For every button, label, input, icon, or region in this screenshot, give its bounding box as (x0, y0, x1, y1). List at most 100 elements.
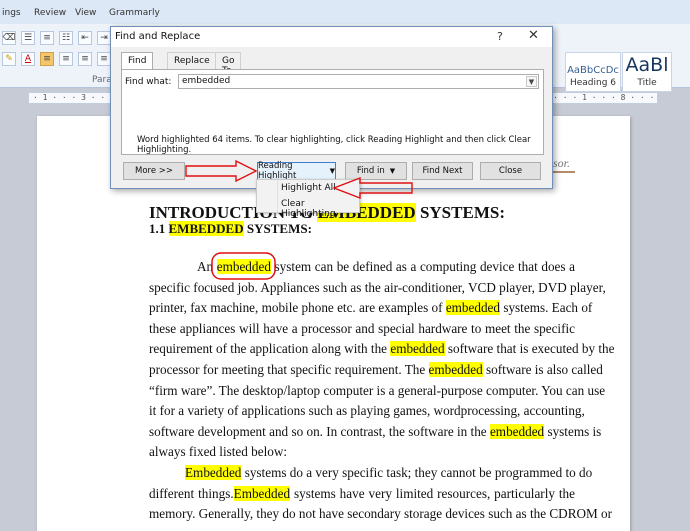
header-text-fragment: sor. (553, 156, 571, 170)
heading-text: SYSTEMS: (415, 203, 505, 222)
reading-highlight-button[interactable]: Reading Highlight ▼ (257, 161, 336, 181)
align-center-icon[interactable]: ≡ (59, 52, 73, 66)
style-name: Title (637, 78, 657, 88)
find-replace-dialog: Find and Replace ? ✕ Find Replace Go To … (110, 26, 553, 189)
find-panel: Find what: embedded ▼ Word highlighted 6… (121, 69, 544, 155)
button-label: Reading Highlight (258, 161, 297, 181)
ribbon-tab-bar: ings Review View Grammarly (0, 0, 690, 24)
increase-indent-icon[interactable]: ⇥ (97, 31, 111, 45)
heading-embedded-systems: 1.1 EMBEDDED SYSTEMS: (149, 221, 312, 237)
highlight-status-text: Word highlighted 64 items. To clear high… (137, 135, 531, 155)
close-icon[interactable]: ✕ (528, 28, 539, 43)
help-icon[interactable]: ? (497, 30, 503, 43)
heading-text: SYSTEMS: (243, 221, 312, 236)
style-sample: AaBbCcDc (567, 65, 619, 76)
numbering-icon[interactable]: ≡ (40, 31, 54, 45)
document-line: memory. Generally, they do not have seco… (149, 504, 612, 525)
dialog-title: Find and Replace (115, 31, 201, 42)
highlighted-match: EMBEDDED (168, 221, 244, 236)
document-line: requirement of the application along wit… (149, 339, 614, 360)
chevron-down-icon: ▼ (389, 167, 396, 175)
tab-goto[interactable]: Go To (215, 52, 242, 76)
button-label: Close (498, 166, 523, 176)
find-next-button[interactable]: Find Next (412, 162, 473, 180)
ribbon-tab-view[interactable]: View (75, 8, 96, 18)
align-left-icon[interactable]: ≡ (40, 52, 54, 66)
ribbon-tab-mailings[interactable]: ings (2, 8, 21, 18)
highlighted-match: Embedded (233, 485, 291, 501)
document-text: software development and so on. In contr… (149, 423, 490, 439)
find-in-button[interactable]: Find in ▼ (345, 162, 407, 180)
document-line: Embedded systems do a very specific task… (149, 463, 592, 484)
menu-item-clear-highlighting[interactable]: Clear Highlighting (281, 199, 359, 219)
highlighted-match: embedded (428, 361, 483, 377)
tab-replace[interactable]: Replace (167, 52, 217, 69)
document-text: software that is executed by the (444, 341, 615, 357)
document-text: systems have very limited resources, par… (290, 485, 576, 501)
document-line: these appliances will have a processor a… (149, 319, 575, 340)
document-text: specific focused job. Appliances such as… (149, 279, 606, 295)
chevron-down-icon[interactable]: ▼ (526, 76, 537, 87)
style-name: Heading 6 (569, 78, 617, 88)
document-line: specific focused job. Appliances such as… (149, 278, 606, 299)
more-button[interactable]: More >> (123, 162, 185, 180)
find-what-label: Find what: (125, 77, 172, 87)
button-label: Find in (356, 166, 385, 176)
align-right-icon[interactable]: ≡ (78, 52, 92, 66)
find-what-input[interactable]: embedded ▼ (178, 74, 539, 89)
highlighted-match: embedded (445, 300, 501, 316)
document-line: “firm ware”. The desktop/laptop computer… (149, 381, 605, 402)
document-text: these appliances will have a processor a… (149, 320, 575, 336)
find-what-value: embedded (182, 76, 231, 86)
document-text: system can be defined as a computing dev… (270, 259, 575, 274)
highlighted-match: embedded (390, 341, 445, 357)
document-line: it for a variety of applications such as… (149, 401, 585, 422)
decrease-indent-icon[interactable]: ⇤ (78, 31, 92, 45)
document-text: always fixed listed below: (149, 444, 288, 460)
style-heading6[interactable]: AaBbCcDc Heading 6 (565, 52, 621, 92)
button-label: Find Next (422, 166, 463, 176)
dialog-titlebar[interactable]: Find and Replace ? ✕ (111, 27, 552, 47)
document-text: it for a variety of applications such as… (149, 403, 585, 419)
multilevel-list-icon[interactable]: ☷ (59, 31, 73, 45)
tab-find[interactable]: Find (121, 52, 154, 70)
reading-highlight-menu: Highlight All Clear Highlighting (256, 179, 360, 219)
document-text: software is also called (482, 361, 603, 377)
clear-format-icon[interactable]: ⌫ (2, 31, 16, 45)
document-text: printer, fax machine, mobile phone etc. … (149, 300, 446, 316)
close-button[interactable]: Close (480, 162, 541, 180)
highlight-color-icon[interactable]: ✎ (2, 52, 16, 66)
style-title[interactable]: AaBl Title (622, 52, 672, 92)
ribbon-row-align: ✎ A ≡ ≡ ≡ ≡ (2, 51, 111, 67)
highlighted-match: embedded (216, 259, 271, 274)
document-text: systems is (544, 423, 602, 439)
document-text: processor for meeting that specific requ… (149, 361, 429, 377)
ribbon-tab-review[interactable]: Review (34, 8, 66, 18)
paragraph-1: An embedded system can be defined as a c… (149, 257, 614, 463)
document-text: memory. Generally, they do not have seco… (149, 506, 613, 522)
ribbon-row-lists: ⌫ ☰ ≡ ☷ ⇤ ⇥ (2, 30, 111, 46)
heading-text: 1.1 (149, 221, 169, 236)
button-label: More >> (134, 166, 174, 176)
bullets-icon[interactable]: ☰ (21, 31, 35, 45)
font-color-icon[interactable]: A (21, 52, 35, 66)
chevron-down-icon: ▼ (329, 167, 335, 175)
document-line: software development and so on. In contr… (149, 422, 601, 443)
document-text: different things. (149, 485, 234, 501)
menu-separator (277, 180, 278, 212)
document-line: different things.Embedded systems have v… (149, 484, 575, 505)
document-text: requirement of the application along wit… (149, 341, 391, 357)
document-line: always fixed listed below: (149, 442, 575, 463)
document-text: systems. Each of (500, 300, 593, 316)
document-line: processor for meeting that specific requ… (149, 360, 603, 381)
highlighted-match: embedded (489, 423, 545, 439)
menu-item-highlight-all[interactable]: Highlight All (281, 183, 336, 193)
highlighted-match: Embedded (185, 465, 242, 480)
document-text: systems do a very specific task; they ca… (241, 465, 593, 480)
ribbon-tab-grammarly[interactable]: Grammarly (109, 8, 160, 18)
document-text: An (197, 259, 217, 274)
document-text: “firm ware”. The desktop/laptop computer… (149, 382, 606, 398)
document-line: printer, fax machine, mobile phone etc. … (149, 298, 592, 319)
justify-icon[interactable]: ≡ (97, 52, 111, 66)
document-line: An embedded system can be defined as a c… (149, 257, 575, 278)
